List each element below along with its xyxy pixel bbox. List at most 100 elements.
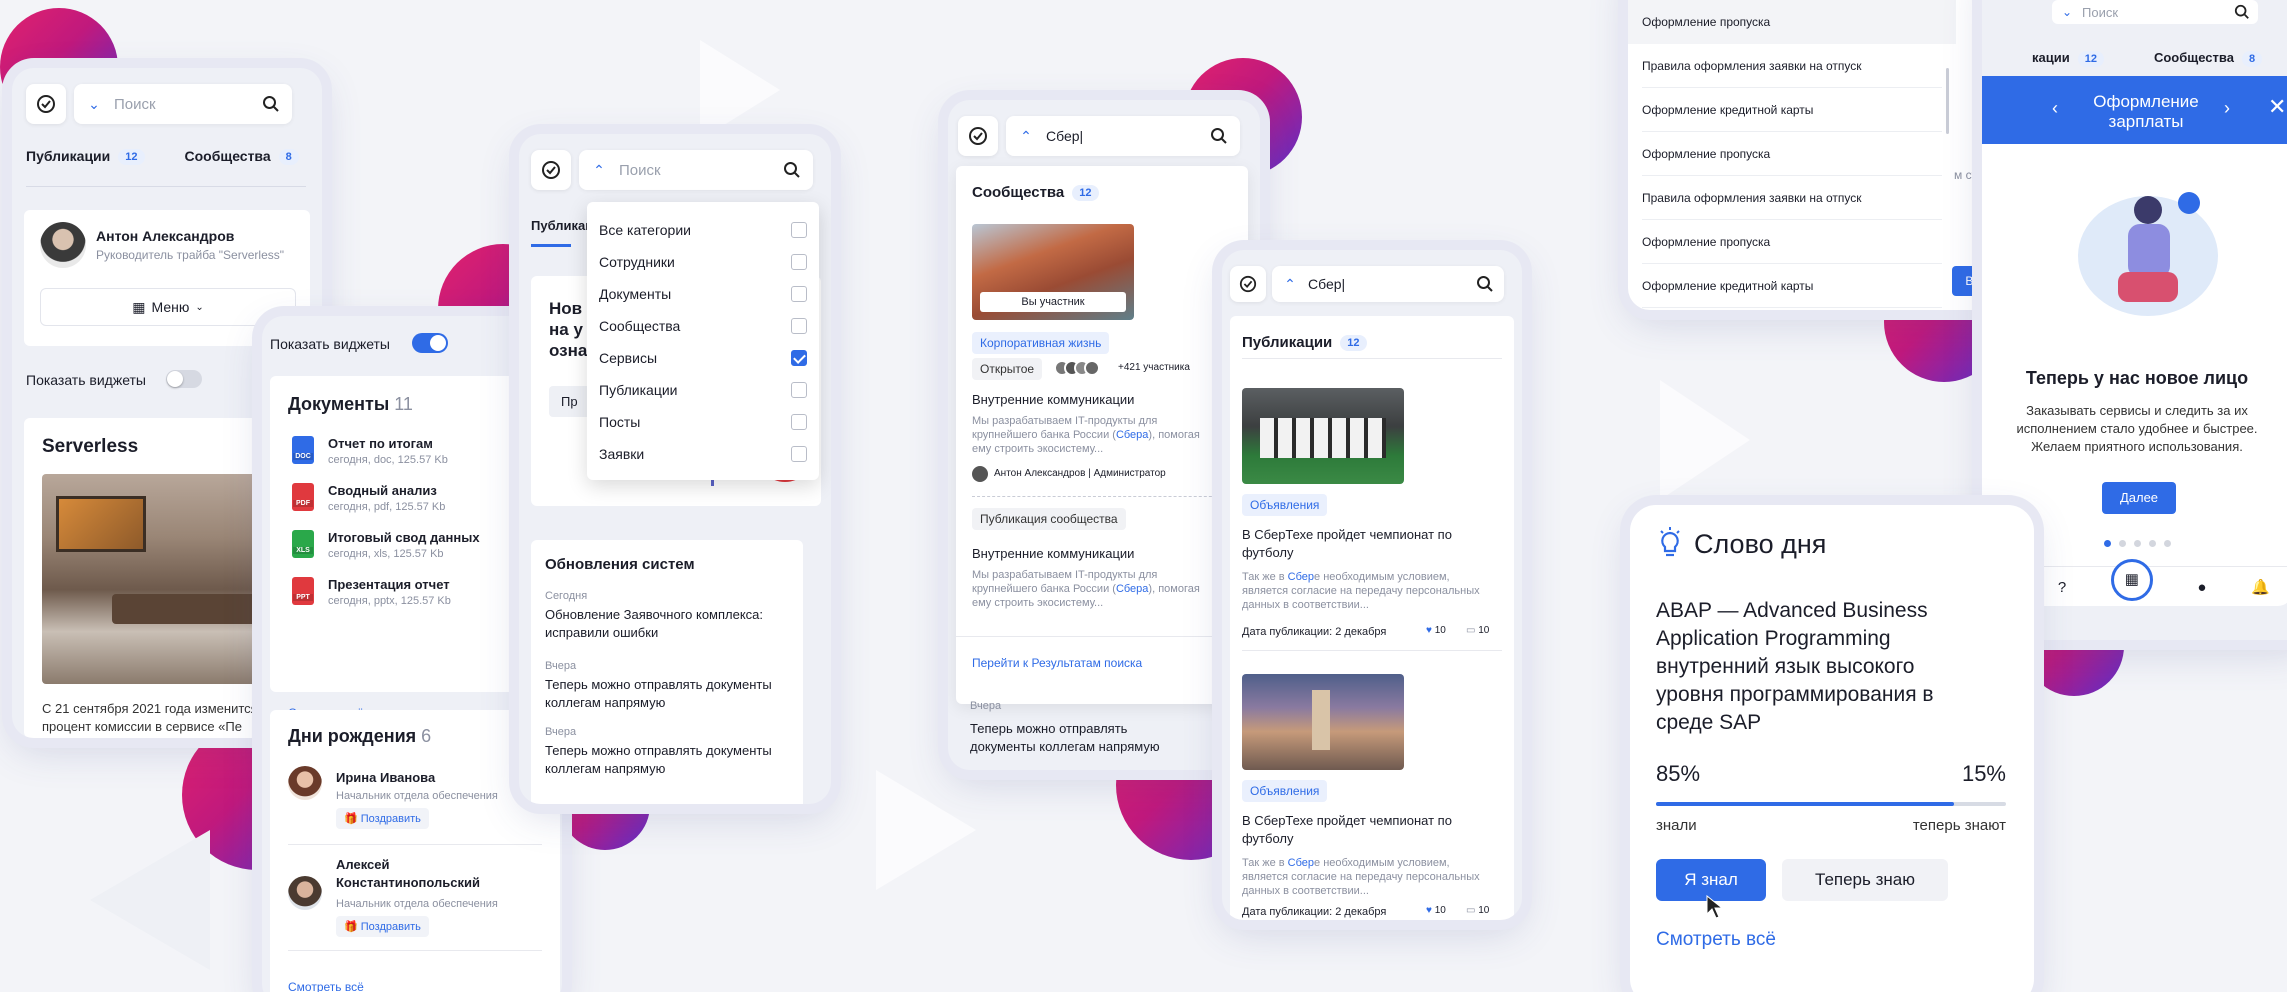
search-icon[interactable] bbox=[262, 95, 280, 113]
chevron-up-icon[interactable]: ⌃ bbox=[579, 162, 619, 179]
search-bar[interactable]: ⌄ Поиск bbox=[2052, 0, 2258, 24]
bell-icon[interactable]: 🔔 bbox=[2251, 578, 2270, 596]
chevron-right-icon[interactable]: › bbox=[2224, 98, 2230, 119]
list-item[interactable]: Оформление кредитной карты bbox=[1642, 88, 1942, 132]
list-item[interactable]: Правила оформления заявки на отпуск bbox=[1642, 44, 1942, 88]
phone-screen-publications-search: ⌃ Сбер| Публикации 12 Объявления В СберТе… bbox=[1222, 250, 1522, 920]
document-item[interactable]: PPT Презентация отчет сегодня, pptx, 125.… bbox=[292, 577, 480, 607]
scrollbar[interactable] bbox=[1946, 68, 1949, 134]
checkbox[interactable] bbox=[791, 382, 807, 398]
now-know-button[interactable]: Теперь знаю bbox=[1782, 859, 1948, 901]
filter-option[interactable]: Сообщества bbox=[599, 310, 807, 342]
checkbox[interactable] bbox=[791, 318, 807, 334]
close-icon[interactable]: ✕ bbox=[2268, 94, 2286, 120]
tab-communities[interactable]: Сообщества 8 bbox=[185, 148, 299, 166]
profile-icon[interactable]: ● bbox=[2197, 579, 2206, 596]
congratulate-button[interactable]: 🎁 Поздравить bbox=[336, 808, 429, 829]
check-button[interactable] bbox=[958, 116, 998, 156]
filter-option[interactable]: Все категории bbox=[599, 214, 807, 246]
tab-publications[interactable]: кации 12 bbox=[2032, 50, 2104, 67]
grid-icon[interactable]: ▦ bbox=[2110, 559, 2153, 601]
pagination-dots[interactable] bbox=[2104, 540, 2171, 547]
checkbox-checked[interactable] bbox=[791, 350, 807, 366]
post-title[interactable]: В СберТехе пройдет чемпионат по футболу bbox=[1242, 812, 1482, 848]
tab-publications[interactable]: Публикации 12 bbox=[26, 148, 145, 166]
widgets-toggle[interactable] bbox=[166, 370, 202, 388]
avatar[interactable] bbox=[40, 222, 86, 268]
office-photo bbox=[42, 474, 298, 684]
update-item[interactable]: Теперь можно отправлять документы коллег… bbox=[545, 676, 785, 712]
search-bar[interactable]: ⌃ Сбер| bbox=[1006, 116, 1240, 156]
check-button[interactable] bbox=[26, 84, 66, 124]
results-link[interactable]: Перейти к Результатам поиска bbox=[972, 656, 1142, 670]
chevron-down-icon[interactable]: ⌄ bbox=[2052, 5, 2082, 19]
search-bar[interactable]: ⌃ Поиск bbox=[579, 150, 813, 190]
search-input[interactable]: Поиск bbox=[114, 96, 262, 113]
check-button[interactable] bbox=[1230, 266, 1266, 302]
filter-option[interactable]: Посты bbox=[599, 406, 807, 438]
post-title[interactable]: В СберТехе пройдет чемпионат по футболу bbox=[1242, 526, 1482, 562]
see-all-link[interactable]: Смотреть всё bbox=[1656, 929, 1776, 951]
filter-option[interactable]: Публикации bbox=[599, 374, 807, 406]
checkbox[interactable] bbox=[791, 222, 807, 238]
see-all-link[interactable]: Смотреть всё bbox=[288, 980, 364, 992]
update-item[interactable]: Теперь можно отправлять документы коллег… bbox=[545, 742, 785, 778]
filter-option[interactable]: Документы bbox=[599, 278, 807, 310]
update-item[interactable]: Обновление Заявочного комплекса: исправи… bbox=[545, 606, 785, 642]
update-item[interactable]: Теперь можно отправлять документы коллег… bbox=[970, 720, 1190, 756]
checkbox[interactable] bbox=[791, 446, 807, 462]
list-item[interactable]: Оформление пропуска bbox=[1642, 220, 1942, 264]
filter-option[interactable]: Заявки bbox=[599, 438, 807, 470]
chevron-up-icon[interactable]: ⌃ bbox=[1272, 276, 1308, 293]
document-item[interactable]: DOC Отчет по итогам сегодня, doc, 125.57 … bbox=[292, 436, 480, 466]
comment-count[interactable]: ▭ 10 bbox=[1466, 905, 1489, 916]
football-team-photo[interactable] bbox=[1242, 388, 1404, 484]
search-bar[interactable]: ⌃ Сбер| bbox=[1272, 266, 1504, 302]
chevron-up-icon[interactable]: ⌃ bbox=[1006, 128, 1046, 145]
like-count[interactable]: ♥ 10 bbox=[1426, 625, 1446, 636]
checkbox[interactable] bbox=[791, 254, 807, 270]
document-item[interactable]: XLS Итоговый свод данных сегодня, xls, 12… bbox=[292, 530, 480, 560]
comment-count[interactable]: ▭ 10 bbox=[1466, 625, 1489, 636]
filter-option[interactable]: Сотрудники bbox=[599, 246, 807, 278]
tab-communities[interactable]: Сообщества 8 bbox=[2154, 50, 2263, 67]
list-item[interactable]: Оформление кредитной карты bbox=[1642, 264, 1942, 308]
filter-option[interactable]: Сервисы bbox=[599, 342, 807, 374]
search-input[interactable]: Поиск bbox=[619, 162, 783, 179]
check-button[interactable] bbox=[531, 150, 571, 190]
comment-icon: ▭ bbox=[1466, 905, 1476, 916]
list-item[interactable]: Оформление пропуска bbox=[1642, 132, 1942, 176]
search-icon[interactable] bbox=[1476, 275, 1494, 293]
promo-button[interactable]: Пр bbox=[549, 386, 590, 417]
checkbox[interactable] bbox=[791, 414, 807, 430]
category-tag[interactable]: Объявления bbox=[1242, 780, 1328, 802]
chevron-down-icon[interactable]: ⌄ bbox=[74, 96, 114, 113]
search-icon[interactable] bbox=[783, 161, 801, 179]
next-button[interactable]: Далее bbox=[2102, 482, 2176, 514]
post-title[interactable]: Внутренние коммуникации bbox=[972, 546, 1134, 561]
search-icon[interactable] bbox=[2234, 4, 2250, 20]
category-tag[interactable]: Корпоративная жизнь bbox=[972, 332, 1110, 354]
help-icon[interactable]: ? bbox=[2058, 579, 2066, 596]
city-photo[interactable] bbox=[1242, 674, 1404, 770]
like-count[interactable]: ♥ 10 bbox=[1426, 905, 1446, 916]
document-item[interactable]: PDF Сводный анализ сегодня, pdf, 125.57 K… bbox=[292, 483, 480, 513]
search-input[interactable]: Поиск bbox=[2082, 5, 2234, 20]
menu-button[interactable]: ▦ Меню ⌄ bbox=[40, 288, 296, 326]
widgets-toggle[interactable] bbox=[412, 333, 448, 353]
onboarding-headline: Теперь у нас новое лицо bbox=[2025, 368, 2249, 388]
building-photo[interactable]: Вы участник bbox=[972, 224, 1134, 320]
post-date: Дата публикации: 2 декабря bbox=[1242, 626, 1387, 638]
list-item[interactable]: Оформление пропуска bbox=[1628, 0, 1956, 44]
checkbox[interactable] bbox=[791, 286, 807, 302]
chevron-left-icon[interactable]: ‹ bbox=[2052, 98, 2058, 119]
search-input[interactable]: Сбер| bbox=[1046, 128, 1210, 144]
post-title[interactable]: Внутренние коммуникации bbox=[972, 392, 1134, 407]
search-icon[interactable] bbox=[1210, 127, 1228, 145]
search-bar[interactable]: ⌄ Поиск bbox=[74, 84, 292, 124]
search-input[interactable]: Сбер| bbox=[1308, 276, 1476, 292]
list-item[interactable]: Правила оформления заявки на отпуск bbox=[1642, 176, 1942, 220]
congratulate-button[interactable]: 🎁 Поздравить bbox=[336, 916, 429, 937]
category-tag[interactable]: Объявления bbox=[1242, 494, 1328, 516]
category-dropdown[interactable]: Все категории Сотрудники Документы Сообщ… bbox=[587, 202, 819, 480]
